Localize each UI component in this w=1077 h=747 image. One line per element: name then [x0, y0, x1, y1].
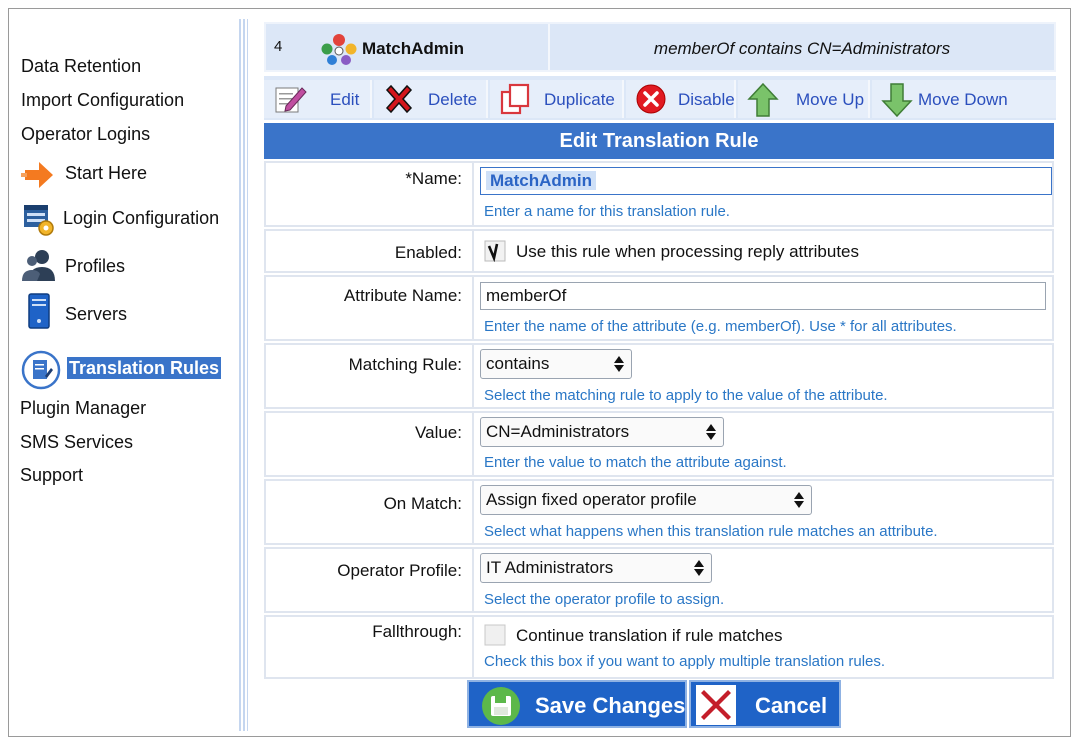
rule-condition: memberOf contains CN=Administrators: [653, 39, 951, 58]
select-arrows-icon: [794, 492, 804, 508]
rule-name: MatchAdmin: [362, 39, 464, 58]
delete-button[interactable]: Delete: [374, 80, 488, 118]
duplicate-label: Duplicate: [544, 90, 615, 109]
select-arrows-icon: [694, 560, 704, 576]
sidebar-item-servers[interactable]: Servers: [65, 304, 127, 325]
name-help: Enter a name for this translation rule.: [484, 203, 730, 220]
sidebar-item-sms-services[interactable]: SMS Services: [20, 432, 133, 453]
save-changes-button[interactable]: Save Changes: [467, 680, 687, 728]
sidebar-item-import-configuration[interactable]: Import Configuration: [21, 90, 184, 111]
fallthrough-label: Fallthrough:: [372, 622, 462, 641]
matching-rule-label: Matching Rule:: [348, 355, 462, 374]
toolbar: Edit Delete Duplicate Disable Move Up Mo…: [264, 76, 1056, 120]
value-row: Value: CN=Administrators Enter the value…: [264, 411, 1054, 477]
edit-button[interactable]: Edit: [264, 80, 372, 118]
sidebar-item-login-configuration[interactable]: Login Configuration: [63, 208, 219, 229]
move-up-label: Move Up: [796, 90, 865, 109]
attribute-name-label: Attribute Name:: [343, 286, 462, 305]
operator-profile-help: Select the operator profile to assign.: [484, 591, 725, 608]
cancel-label: Cancel: [755, 693, 828, 718]
operator-profile-row: Operator Profile: IT Administrators Sele…: [264, 547, 1054, 613]
on-match-help: Select what happens when this translatio…: [484, 523, 938, 540]
edit-label: Edit: [330, 90, 360, 109]
value-help: Enter the value to match the attribute a…: [484, 454, 787, 471]
login-config-icon: [24, 205, 54, 236]
move-down-label: Move Down: [918, 90, 1008, 109]
disable-icon: [636, 84, 666, 114]
form-title: Edit Translation Rule: [264, 123, 1054, 159]
cancel-button[interactable]: Cancel: [689, 680, 841, 728]
enabled-label: Enabled:: [394, 243, 462, 262]
sidebar-divider: [239, 19, 248, 731]
select-arrows-icon: [614, 356, 624, 372]
matching-rule-help: Select the matching rule to apply to the…: [484, 387, 888, 404]
select-arrows-icon: [706, 424, 716, 440]
server-icon: [28, 293, 50, 329]
translation-rules-icon: [21, 350, 61, 390]
enabled-checkbox[interactable]: [484, 240, 506, 262]
matching-rule-row: Matching Rule: contains Select the match…: [264, 343, 1054, 409]
arrow-right-icon: [21, 162, 53, 188]
name-row: *Name: MatchAdmin Enter a name for this …: [264, 161, 1054, 227]
cancel-icon: [696, 685, 736, 725]
fallthrough-checkbox[interactable]: [484, 624, 506, 646]
disable-button[interactable]: Disable: [626, 80, 736, 118]
save-changes-label: Save Changes: [535, 693, 686, 718]
duplicate-button[interactable]: Duplicate: [490, 80, 624, 118]
sidebar: Data Retention Import Configuration Oper…: [9, 9, 241, 736]
name-label: *Name:: [405, 169, 462, 188]
operator-profile-select[interactable]: IT Administrators: [480, 553, 712, 583]
on-match-label: On Match:: [383, 494, 462, 513]
sidebar-item-plugin-manager[interactable]: Plugin Manager: [20, 398, 146, 419]
arrow-down-icon: [881, 83, 913, 118]
move-down-button[interactable]: Move Down: [872, 80, 1056, 118]
profiles-icon: [22, 250, 55, 281]
delete-label: Delete: [428, 90, 478, 109]
attribute-name-field[interactable]: memberOf: [480, 282, 1046, 310]
save-icon: [482, 687, 520, 725]
arrow-up-icon: [747, 82, 779, 117]
sidebar-item-operator-logins[interactable]: Operator Logins: [21, 124, 150, 145]
rule-number: 4: [274, 38, 283, 55]
value-select[interactable]: CN=Administrators: [480, 417, 724, 447]
operator-profile-label: Operator Profile:: [337, 561, 462, 580]
name-field[interactable]: MatchAdmin: [480, 167, 1052, 195]
fallthrough-text: Continue translation if rule matches: [516, 626, 783, 645]
disable-label: Disable: [678, 90, 735, 109]
fallthrough-help: Check this box if you want to apply mult…: [484, 653, 886, 670]
duplicate-icon: [500, 83, 530, 115]
attribute-name-row: Attribute Name: memberOf Enter the name …: [264, 275, 1054, 341]
attribute-name-help: Enter the name of the attribute (e.g. me…: [484, 318, 957, 335]
sidebar-item-profiles[interactable]: Profiles: [65, 256, 125, 277]
sidebar-item-start-here[interactable]: Start Here: [65, 163, 147, 184]
value-label: Value:: [415, 423, 462, 442]
move-up-button[interactable]: Move Up: [738, 80, 870, 118]
matching-rule-select[interactable]: contains: [480, 349, 632, 379]
enabled-row: Enabled: Use this rule when processing r…: [264, 229, 1054, 273]
on-match-row: On Match: Assign fixed operator profile …: [264, 479, 1054, 545]
sidebar-item-support[interactable]: Support: [20, 465, 83, 486]
delete-icon: [385, 84, 413, 114]
rule-summary-row[interactable]: 4 MatchAdmin memberOf contains CN=Admini…: [264, 22, 1056, 72]
user-group-icon: [321, 34, 357, 65]
on-match-select[interactable]: Assign fixed operator profile: [480, 485, 812, 515]
sidebar-item-data-retention[interactable]: Data Retention: [21, 56, 141, 77]
edit-icon: [275, 87, 307, 113]
fallthrough-row: Fallthrough: Continue translation if rul…: [264, 615, 1054, 679]
app-frame: Data Retention Import Configuration Oper…: [8, 8, 1071, 737]
enabled-text: Use this rule when processing reply attr…: [516, 242, 859, 261]
sidebar-item-translation-rules[interactable]: Translation Rules: [67, 357, 222, 379]
